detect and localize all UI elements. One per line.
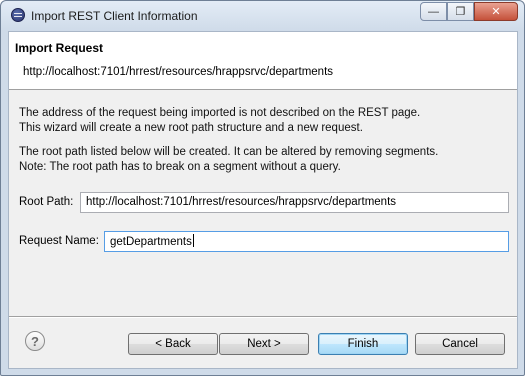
description-line-4: Note: The root path has to break on a se… xyxy=(19,161,341,173)
description-line-1: The address of the request being importe… xyxy=(19,107,421,119)
request-name-input[interactable]: getDepartments xyxy=(104,231,509,252)
finish-button[interactable]: Finish xyxy=(318,333,408,355)
eclipse-icon xyxy=(11,8,25,22)
root-path-value: http://localhost:7101/hrrest/resources/h… xyxy=(86,196,397,208)
help-icon[interactable]: ? xyxy=(25,331,45,351)
wizard-header: Import Request http://localhost:7101/hrr… xyxy=(9,32,517,90)
footer-separator xyxy=(9,316,517,318)
page-title: Import Request xyxy=(15,41,104,55)
description-line-2: This wizard will create a new root path … xyxy=(19,122,363,134)
text-caret xyxy=(192,234,194,247)
window-title: Import REST Client Information xyxy=(31,9,198,23)
close-button[interactable]: ✕ xyxy=(474,2,518,21)
description-line-3: The root path listed below will be creat… xyxy=(19,146,439,158)
back-button[interactable]: < Back xyxy=(128,333,218,355)
request-name-value: getDepartments xyxy=(110,236,192,248)
title-bar[interactable]: Import REST Client Information — ❐ ✕ xyxy=(1,1,524,31)
dialog-body: Import Request http://localhost:7101/hrr… xyxy=(8,31,518,369)
wizard-window: Import REST Client Information — ❐ ✕ Imp… xyxy=(0,0,525,376)
request-name-label: Request Name: xyxy=(19,235,99,247)
maximize-button[interactable]: ❐ xyxy=(447,2,474,21)
request-url: http://localhost:7101/hrrest/resources/h… xyxy=(23,66,334,78)
window-controls: — ❐ ✕ xyxy=(420,2,518,21)
root-path-label: Root Path: xyxy=(19,196,74,208)
next-button[interactable]: Next > xyxy=(219,333,309,355)
minimize-button[interactable]: — xyxy=(420,2,447,21)
cancel-button[interactable]: Cancel xyxy=(415,333,505,355)
root-path-input[interactable]: http://localhost:7101/hrrest/resources/h… xyxy=(80,192,509,213)
